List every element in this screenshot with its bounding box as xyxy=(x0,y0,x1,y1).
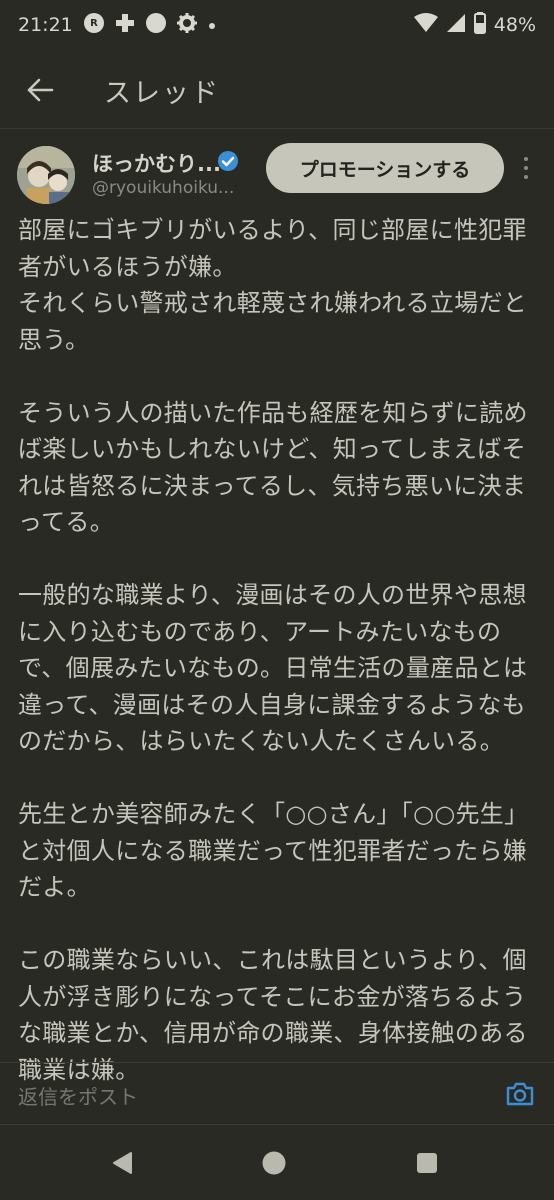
circle-home-icon xyxy=(262,1151,286,1175)
status-bar: 21:21 R 48% xyxy=(0,0,554,50)
author-handle[interactable]: @ryouikuhoiku... xyxy=(92,178,234,198)
plus-icon xyxy=(115,13,135,38)
triangle-back-icon xyxy=(113,1152,132,1174)
reply-bar: 返信をポスト xyxy=(0,1062,554,1124)
dot-icon xyxy=(207,14,217,36)
nav-home-button[interactable] xyxy=(254,1143,294,1183)
app-header: スレッド xyxy=(0,58,554,122)
author-name[interactable]: ほっかむり... xyxy=(92,148,221,178)
clock: 21:21 xyxy=(18,14,73,36)
post-paragraph: 部屋にゴキブリがいるより、同じ部屋に性犯罪者がいるほうが嫌。 それくらい警戒され… xyxy=(18,216,528,354)
promote-button[interactable]: プロモーションする xyxy=(266,143,504,193)
post-paragraph: そういう人の描いた作品も経歴を知らずに読めば楽しいかもしれないけど、知ってしまえ… xyxy=(18,398,528,537)
rakuten-link-icon: R xyxy=(83,12,105,39)
battery-percent: 48% xyxy=(493,14,536,36)
circle-icon xyxy=(145,12,167,39)
nav-back-button[interactable] xyxy=(102,1143,142,1183)
post-author-row: ほっかむり... @ryouikuhoiku... プロモーションする xyxy=(0,140,554,210)
camera-icon xyxy=(506,1082,534,1106)
post-paragraph: 先生とか美容師みたく「○○さん」「○○先生」と対個人になる職業だって性犯罪者だっ… xyxy=(18,800,529,901)
signal-icon xyxy=(446,13,466,38)
battery-icon xyxy=(473,11,486,39)
camera-button[interactable] xyxy=(505,1081,535,1107)
more-dot-icon xyxy=(524,175,528,179)
verified-badge-icon xyxy=(218,151,238,171)
avatar[interactable] xyxy=(17,146,75,204)
square-recents-icon xyxy=(417,1153,437,1173)
reply-input[interactable]: 返信をポスト xyxy=(18,1081,138,1110)
more-dot-icon xyxy=(524,157,528,161)
more-dot-icon xyxy=(524,166,528,170)
header-divider xyxy=(0,128,554,129)
post-paragraph: 一般的な職業より、漫画はその人の世界や思想に入り込むものであり、アートみたいなも… xyxy=(18,581,528,755)
nav-recents-button[interactable] xyxy=(407,1143,447,1183)
page-title: スレッド xyxy=(104,77,220,109)
gear-icon xyxy=(176,12,197,38)
wifi-icon xyxy=(413,12,438,38)
post-body: 部屋にゴキブリがいるより、同じ部屋に性犯罪者がいるほうが嫌。 それくらい警戒され… xyxy=(18,212,538,1088)
system-nav-bar xyxy=(0,1125,554,1200)
back-button[interactable] xyxy=(18,68,62,112)
arrow-left-icon xyxy=(27,78,54,102)
svg-text:R: R xyxy=(90,18,98,29)
more-options-button[interactable] xyxy=(516,154,536,182)
